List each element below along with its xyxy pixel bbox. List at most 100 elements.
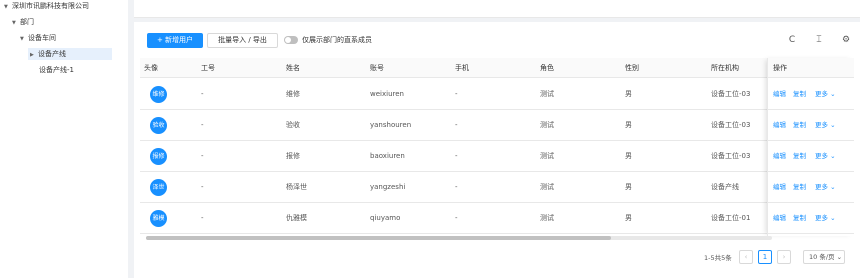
avatar: 雅模	[150, 210, 167, 227]
table-header: 头像 工号 姓名 账号 手机 角色 性别 所在机构 操作	[140, 58, 854, 78]
cell-name: 报修	[286, 152, 300, 160]
cell-phone: -	[455, 121, 458, 129]
refresh-icon[interactable]: C	[786, 34, 798, 46]
copy-link[interactable]: 复制	[793, 141, 806, 172]
horizontal-scrollbar[interactable]	[146, 236, 772, 240]
more-dropdown[interactable]: 更多 ⌄	[815, 172, 836, 203]
cell-gender: 男	[625, 152, 632, 160]
chevron-down-icon: ⌄	[830, 90, 836, 98]
cell-account: baoxiuren	[370, 152, 405, 160]
caret-down-icon[interactable]: ▼	[12, 17, 20, 30]
cell-name: 仇雅模	[286, 214, 307, 222]
copy-link[interactable]: 复制	[793, 79, 806, 110]
cell-account: yanshouren	[370, 121, 412, 129]
chevron-down-icon: ⌄	[836, 253, 843, 261]
cell-org: 设备工位-03	[711, 152, 751, 160]
avatar: 维修	[150, 86, 167, 103]
direct-members-toggle[interactable]	[284, 36, 298, 44]
cell-role: 测试	[540, 214, 554, 222]
copy-link[interactable]: 复制	[793, 172, 806, 203]
cell-name: 杨泽世	[286, 183, 307, 191]
top-panel	[134, 0, 860, 18]
cell-employee-no: -	[201, 183, 204, 191]
th-org: 所在机构	[711, 64, 739, 72]
prev-page-button[interactable]: ‹	[739, 250, 753, 264]
chevron-down-icon: ⌄	[830, 121, 836, 129]
cell-name: 验收	[286, 121, 300, 129]
cell-employee-no: -	[201, 121, 204, 129]
next-page-button[interactable]: ›	[777, 250, 791, 264]
settings-icon[interactable]: ⚙	[840, 34, 852, 46]
cell-employee-no: -	[201, 90, 204, 98]
edit-link[interactable]: 编辑	[773, 141, 786, 172]
cell-gender: 男	[625, 90, 632, 98]
cell-gender: 男	[625, 214, 632, 222]
cell-phone: -	[455, 214, 458, 222]
org-tree-sidebar: ▼ 深圳市讯鹏科技有限公司 ▼ 部门 ▼ 设备车间 ▶ 设备产线 设备产线-1	[0, 0, 128, 278]
chevron-down-icon: ⌄	[830, 183, 836, 191]
tree-node-dept[interactable]: ▼ 部门	[12, 16, 34, 29]
cell-role: 测试	[540, 121, 554, 129]
chevron-down-icon: ⌄	[830, 152, 836, 160]
cell-phone: -	[455, 152, 458, 160]
edit-link[interactable]: 编辑	[773, 203, 786, 234]
cell-role: 测试	[540, 152, 554, 160]
cell-org: 设备产线	[711, 183, 739, 191]
caret-right-icon[interactable]: ▶	[30, 49, 38, 62]
th-name: 姓名	[286, 64, 300, 72]
table-row: 泽世 - 杨泽世 yangzeshi - 测试 男 设备产线 编辑 复制 更多 …	[140, 172, 854, 203]
cell-employee-no: -	[201, 214, 204, 222]
tree-node-line-selected[interactable]: ▶ 设备产线	[30, 48, 66, 61]
th-ops: 操作	[773, 64, 787, 72]
caret-down-icon[interactable]: ▼	[4, 1, 12, 14]
edit-link[interactable]: 编辑	[773, 79, 786, 110]
cell-name: 维修	[286, 90, 300, 98]
chevron-down-icon: ⌄	[830, 214, 836, 222]
cell-org: 设备工位-03	[711, 90, 751, 98]
edit-link[interactable]: 编辑	[773, 172, 786, 203]
caret-down-icon[interactable]: ▼	[20, 33, 28, 46]
page-size-select[interactable]: 10 条/页 ⌄	[803, 250, 845, 264]
tree-node-workshop[interactable]: ▼ 设备车间	[20, 32, 56, 45]
toggle-knob	[285, 37, 291, 43]
page-1-button[interactable]: 1	[758, 250, 772, 264]
cell-gender: 男	[625, 121, 632, 129]
tree-node-company[interactable]: ▼ 深圳市讯鹏科技有限公司	[4, 0, 89, 13]
more-dropdown[interactable]: 更多 ⌄	[815, 203, 836, 234]
more-dropdown[interactable]: 更多 ⌄	[815, 79, 836, 110]
th-gender: 性别	[625, 64, 639, 72]
column-height-icon[interactable]: ⌶	[813, 34, 825, 46]
cell-account: yangzeshi	[370, 183, 406, 191]
scrollbar-thumb[interactable]	[146, 236, 611, 240]
cell-role: 测试	[540, 90, 554, 98]
batch-import-export-button[interactable]: 批量导入 / 导出	[207, 33, 278, 48]
direct-members-toggle-label: 仅展示部门的直系成员	[302, 36, 372, 44]
th-role: 角色	[540, 64, 554, 72]
cell-phone: -	[455, 90, 458, 98]
table-row: 雅模 - 仇雅模 qiuyamo - 测试 男 设备工位-01 编辑 复制 更多…	[140, 203, 854, 234]
copy-link[interactable]: 复制	[793, 110, 806, 141]
pagination-total: 1-5共5条	[704, 254, 732, 262]
avatar: 报修	[150, 148, 167, 165]
avatar: 泽世	[150, 179, 167, 196]
more-dropdown[interactable]: 更多 ⌄	[815, 110, 836, 141]
table-row: 维修 - 维修 weixiuren - 测试 男 设备工位-03 编辑 复制 更…	[140, 79, 854, 110]
cell-phone: -	[455, 183, 458, 191]
tree-node-line-1[interactable]: 设备产线-1	[39, 64, 74, 77]
add-user-button[interactable]: + 新增用户	[147, 33, 203, 48]
cell-employee-no: -	[201, 152, 204, 160]
chevron-right-icon: ›	[782, 253, 786, 261]
edit-link[interactable]: 编辑	[773, 110, 786, 141]
user-list-panel: + 新增用户 批量导入 / 导出 仅展示部门的直系成员 C ⌶ ⚙ 头像 工号 …	[134, 22, 860, 278]
cell-account: qiuyamo	[370, 214, 401, 222]
cell-org: 设备工位-01	[711, 214, 751, 222]
cell-gender: 男	[625, 183, 632, 191]
th-account: 账号	[370, 64, 384, 72]
table-row: 验收 - 验收 yanshouren - 测试 男 设备工位-03 编辑 复制 …	[140, 110, 854, 141]
cell-account: weixiuren	[370, 90, 404, 98]
copy-link[interactable]: 复制	[793, 203, 806, 234]
cell-org: 设备工位-03	[711, 121, 751, 129]
table-row: 报修 - 报修 baoxiuren - 测试 男 设备工位-03 编辑 复制 更…	[140, 141, 854, 172]
more-dropdown[interactable]: 更多 ⌄	[815, 141, 836, 172]
chevron-left-icon: ‹	[744, 253, 748, 261]
